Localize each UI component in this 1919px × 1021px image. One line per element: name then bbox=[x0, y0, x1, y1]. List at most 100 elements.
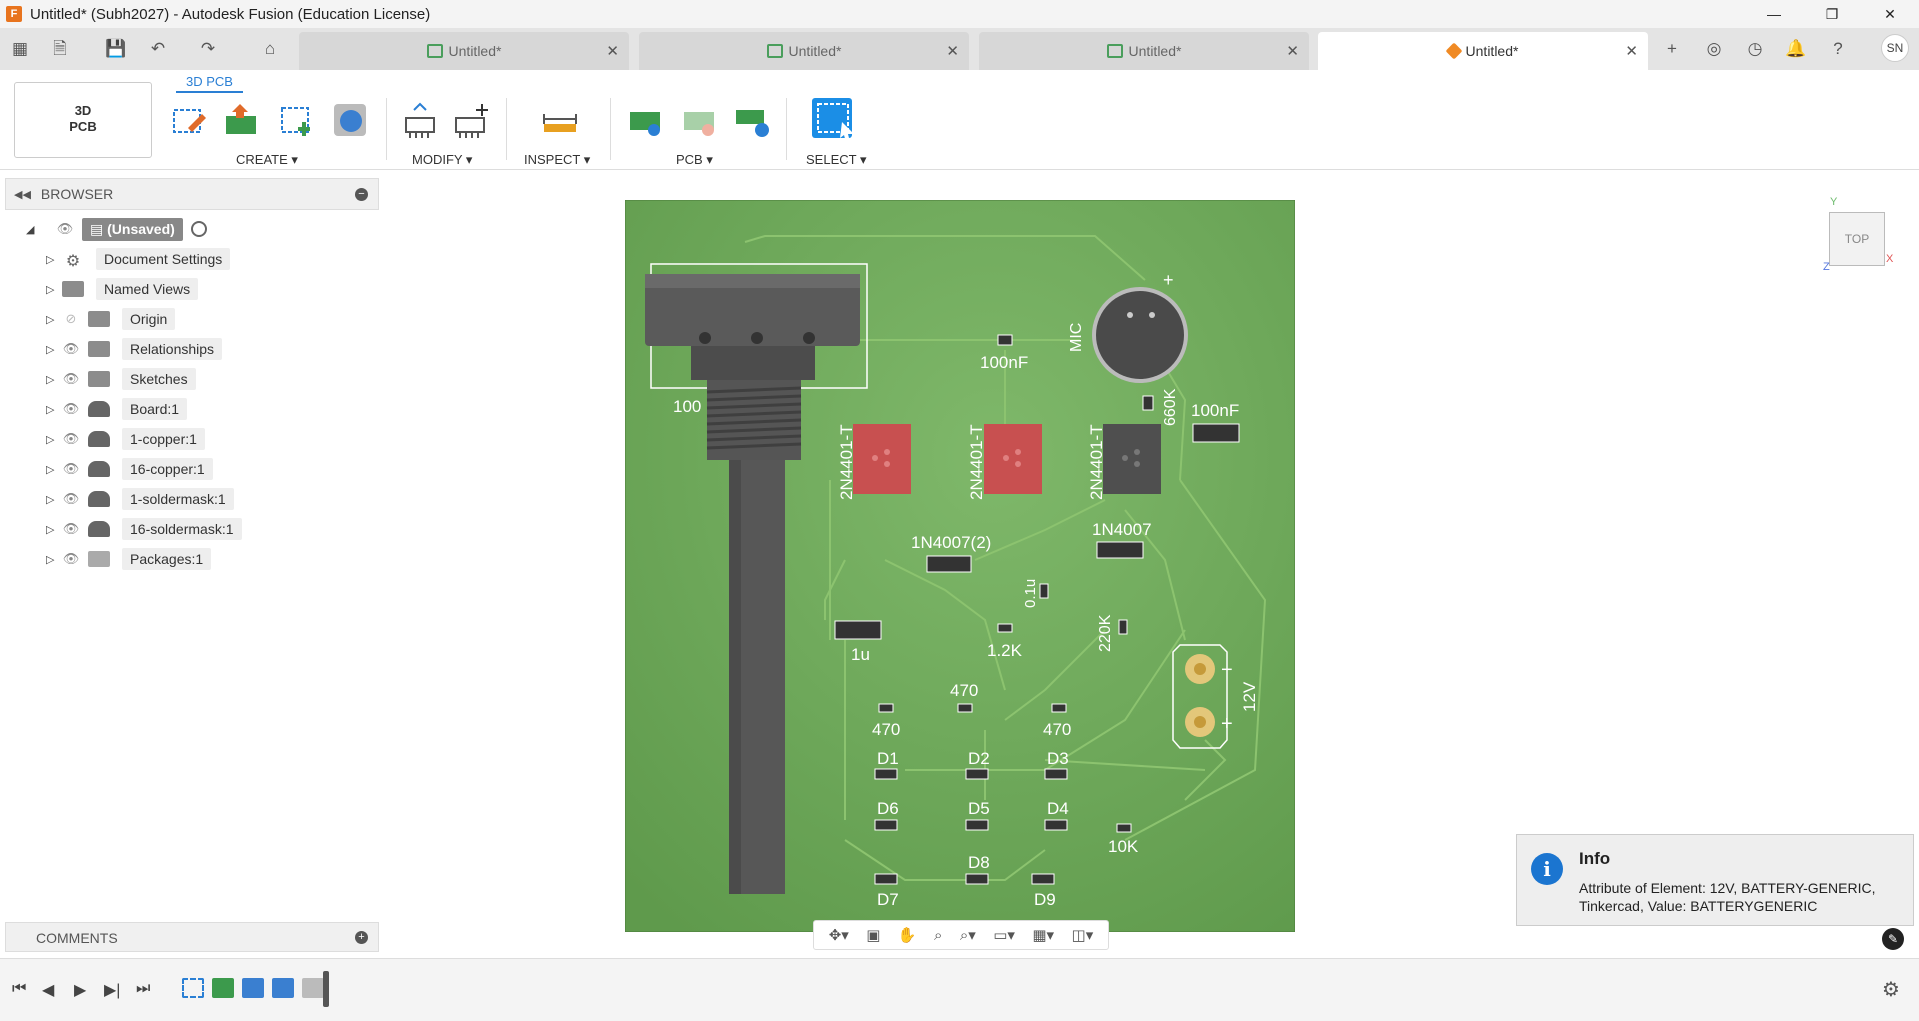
diode-1n4007[interactable] bbox=[1096, 541, 1144, 559]
transistor-q1[interactable] bbox=[853, 424, 911, 494]
workspace-switcher[interactable]: 3D PCB bbox=[14, 82, 152, 158]
browser-item-1-soldermask[interactable]: ▷ 👁 1-soldermask:1 bbox=[46, 487, 234, 511]
visibility-eye-icon[interactable]: 👁 bbox=[62, 431, 80, 447]
file-menu-icon[interactable]: 🗎 bbox=[48, 37, 72, 61]
led-d4[interactable] bbox=[1044, 819, 1068, 831]
browser-item-board[interactable]: ▷ 👁 Board:1 bbox=[46, 397, 188, 421]
browser-item-root[interactable]: ◢ 👁 ▤ (Unsaved) bbox=[26, 217, 207, 241]
step-back-icon[interactable]: ◀ bbox=[42, 980, 54, 1000]
expand-arrow-icon[interactable]: ▷ bbox=[46, 373, 62, 386]
tab-3d-pcb[interactable]: 3D PCB bbox=[176, 74, 243, 93]
view-cube[interactable]: TOP bbox=[1829, 212, 1885, 266]
led-d8[interactable] bbox=[965, 873, 989, 885]
job-status-icon[interactable]: ◷ bbox=[1743, 37, 1767, 61]
browser-item-document-settings[interactable]: ▷ ⚙ Document Settings bbox=[46, 247, 231, 271]
go-to-end-icon[interactable]: ⏭ bbox=[136, 980, 150, 998]
undo-icon[interactable]: ↶ bbox=[146, 37, 170, 61]
visibility-eye-icon[interactable]: 👁 bbox=[62, 401, 80, 417]
visibility-eye-icon[interactable]: 👁 bbox=[62, 551, 80, 567]
resistor-470-c[interactable] bbox=[1051, 703, 1067, 713]
redo-icon[interactable]: ↷ bbox=[196, 37, 220, 61]
visibility-eye-icon[interactable]: 👁 bbox=[62, 371, 80, 387]
play-icon[interactable]: ▶ bbox=[74, 980, 86, 1000]
activate-radio-icon[interactable] bbox=[190, 221, 207, 237]
hidden-eye-icon[interactable]: ⊘ bbox=[62, 311, 80, 327]
notifications-icon[interactable]: 🔔 bbox=[1784, 37, 1808, 61]
led-d1[interactable] bbox=[874, 768, 898, 780]
led-d6[interactable] bbox=[874, 819, 898, 831]
led-d9[interactable] bbox=[1031, 873, 1055, 885]
user-avatar[interactable]: SN bbox=[1881, 34, 1909, 62]
resistor-470-a[interactable] bbox=[878, 703, 894, 713]
expand-arrow-icon[interactable]: ▷ bbox=[46, 523, 62, 536]
expand-arrow-icon[interactable]: ▷ bbox=[46, 553, 62, 566]
pcb-update-icon[interactable] bbox=[680, 100, 720, 140]
feedback-icon[interactable]: ✎ bbox=[1882, 928, 1904, 950]
doc-tab-3[interactable]: Untitled* ✕ bbox=[979, 32, 1309, 70]
visibility-eye-icon[interactable]: 👁 bbox=[62, 491, 80, 507]
zoom-window-icon[interactable]: ⌕▾ bbox=[960, 926, 976, 944]
create-sketch-icon[interactable] bbox=[276, 100, 316, 140]
visibility-eye-icon[interactable]: 👁 bbox=[62, 521, 80, 537]
info-notification[interactable]: i Info Attribute of Element: 12V, BATTER… bbox=[1516, 834, 1914, 926]
diode-1n4007-2[interactable] bbox=[926, 555, 972, 573]
select-icon[interactable] bbox=[812, 98, 852, 138]
timeline-settings-gear-icon[interactable]: ⚙ bbox=[1882, 977, 1900, 1002]
browser-item-1-copper[interactable]: ▷ 👁 1-copper:1 bbox=[46, 427, 205, 451]
resistor-660k[interactable] bbox=[1142, 395, 1154, 411]
viewports-icon[interactable]: ◫▾ bbox=[1072, 926, 1094, 944]
comments-panel[interactable]: COMMENTS + bbox=[5, 922, 379, 952]
collapse-panel-icon[interactable]: ◀◀ bbox=[14, 188, 31, 201]
close-tab-icon[interactable]: ✕ bbox=[1286, 42, 1299, 60]
expand-arrow-icon[interactable]: ▷ bbox=[46, 343, 62, 356]
push-to-3d-icon[interactable] bbox=[222, 100, 262, 140]
close-tab-icon[interactable]: ✕ bbox=[606, 42, 619, 60]
resistor-1-2k[interactable] bbox=[997, 623, 1013, 633]
pcb-board[interactable]: 100 100nF 100nF MIC + 660K 2N4401-T 2N44… bbox=[625, 200, 1295, 932]
transistor-q3[interactable] bbox=[1103, 424, 1161, 494]
zoom-icon[interactable]: ⌕ bbox=[934, 927, 942, 944]
browser-item-16-soldermask[interactable]: ▷ 👁 16-soldermask:1 bbox=[46, 517, 242, 541]
led-d3[interactable] bbox=[1044, 768, 1068, 780]
help-icon[interactable]: ? bbox=[1826, 37, 1850, 61]
browser-item-origin[interactable]: ▷ ⊘ Origin bbox=[46, 307, 176, 331]
timeline-sketch-icon[interactable] bbox=[182, 978, 204, 998]
save-icon[interactable]: 💾 bbox=[104, 37, 128, 61]
doc-tab-2[interactable]: Untitled* ✕ bbox=[639, 32, 969, 70]
capacitor-c2[interactable] bbox=[1192, 423, 1240, 443]
led-d7[interactable] bbox=[874, 873, 898, 885]
browser-item-relationships[interactable]: ▷ 👁 Relationships bbox=[46, 337, 223, 361]
doc-tab-4[interactable]: Untitled* ✕ bbox=[1318, 32, 1648, 70]
create-menu[interactable]: CREATE ▾ bbox=[236, 152, 298, 168]
expand-arrow-icon[interactable]: ▷ bbox=[46, 403, 62, 416]
browser-header[interactable]: ◀◀ BROWSER − bbox=[5, 178, 379, 210]
pcb-settings-icon[interactable] bbox=[732, 100, 772, 140]
decal-icon[interactable] bbox=[330, 100, 370, 140]
visibility-eye-icon[interactable]: 👁 bbox=[62, 461, 80, 477]
restore-button[interactable]: ❐ bbox=[1803, 0, 1861, 28]
pcb-menu[interactable]: PCB ▾ bbox=[676, 152, 713, 168]
minimize-button[interactable]: — bbox=[1745, 0, 1803, 28]
expand-arrow-icon[interactable]: ▷ bbox=[46, 463, 62, 476]
capacitor-c1[interactable] bbox=[997, 334, 1013, 346]
pcb-to-3d-icon[interactable] bbox=[626, 100, 666, 140]
home-icon[interactable]: ⌂ bbox=[258, 37, 282, 61]
new-tab-icon[interactable]: + bbox=[1660, 37, 1684, 61]
move-component-icon[interactable] bbox=[452, 100, 492, 140]
resistor-220k[interactable] bbox=[1118, 619, 1128, 635]
doc-tab-1[interactable]: Untitled* ✕ bbox=[299, 32, 629, 70]
browser-item-packages[interactable]: ▷ 👁 Packages:1 bbox=[46, 547, 212, 571]
select-menu[interactable]: SELECT ▾ bbox=[806, 152, 866, 168]
minimize-panel-icon[interactable]: − bbox=[355, 188, 368, 201]
browser-item-sketches[interactable]: ▷ 👁 Sketches bbox=[46, 367, 196, 391]
step-forward-icon[interactable]: ▶| bbox=[104, 980, 120, 1000]
resistor-470-b[interactable] bbox=[957, 703, 973, 713]
expand-arrow-icon[interactable]: ▷ bbox=[46, 433, 62, 446]
close-tab-icon[interactable]: ✕ bbox=[1625, 42, 1638, 60]
timeline-marker[interactable] bbox=[323, 971, 329, 1007]
expand-arrow-icon[interactable]: ◢ bbox=[26, 223, 42, 236]
led-d5[interactable] bbox=[965, 819, 989, 831]
sketch-icon[interactable] bbox=[168, 100, 208, 140]
expand-arrow-icon[interactable]: ▷ bbox=[46, 283, 62, 296]
timeline-decal-icon[interactable] bbox=[242, 978, 264, 998]
